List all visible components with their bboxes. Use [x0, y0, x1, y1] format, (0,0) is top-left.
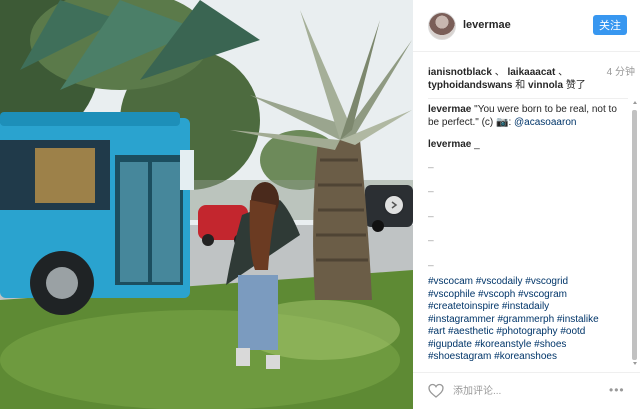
caption-username[interactable]: levermae	[428, 104, 471, 115]
likes-summary: ianisnotblack 、 laikaaacat 、 typhoidands…	[428, 66, 635, 96]
scroll-down-arrow[interactable]	[633, 362, 637, 366]
comments-list: levermae "You were born to be real, not …	[428, 104, 628, 370]
caption-mention[interactable]: @acasoaaron	[514, 117, 576, 128]
divider	[428, 98, 628, 99]
comment-dash-line: _	[428, 157, 434, 169]
hashtag-line[interactable]: #shoestagram #koreanshoes	[428, 351, 628, 364]
hashtag-line[interactable]: #vscophile #vscoph #vscogram	[428, 289, 628, 302]
hashtag-line[interactable]: #instagrammer #grammerph #instalike	[428, 314, 628, 327]
bus-and-palm-tree-photo	[0, 0, 413, 409]
comment-input[interactable]	[453, 382, 603, 400]
post-header: levermae 关注	[413, 0, 640, 52]
comment-text: _	[474, 139, 480, 150]
scrollbar-thumb[interactable]	[632, 110, 637, 360]
follow-button[interactable]: 关注	[593, 15, 627, 35]
hashtag-line[interactable]: #art #aesthetic #photography #ootd	[428, 326, 628, 339]
comment-username[interactable]: levermae	[428, 139, 471, 150]
header-username[interactable]: levermae	[463, 19, 511, 31]
comment: levermae _	[428, 139, 628, 152]
conjunction: 和	[515, 80, 526, 91]
liker-username[interactable]: typhoidandswans	[428, 80, 512, 91]
comment-dash-line: _	[428, 206, 434, 218]
liker-username[interactable]: laikaaacat	[507, 67, 555, 78]
separator: 、	[494, 67, 505, 78]
post-timestamp[interactable]: 4 分钟	[607, 66, 635, 79]
hashtag-line[interactable]: #vscocam #vscodaily #vscogrid	[428, 276, 628, 289]
chevron-right-icon	[391, 201, 398, 209]
comment-dash-line: _	[428, 182, 434, 193]
likes-suffix: 赞了	[565, 80, 586, 91]
comment-dash-line: _	[428, 231, 434, 242]
hashtag-line[interactable]: #createtoinspire #instadaily	[428, 301, 628, 314]
comment-dash-line: _	[428, 255, 434, 267]
post-photo	[0, 0, 413, 409]
separator: 、	[558, 67, 569, 78]
comment-footer: •••	[413, 372, 640, 409]
caption: levermae "You were born to be real, not …	[428, 104, 628, 129]
heart-icon[interactable]	[428, 383, 444, 399]
avatar[interactable]	[428, 12, 456, 40]
scroll-up-arrow[interactable]	[633, 100, 637, 104]
hashtag-block: #vscocam #vscodaily #vscogrid #vscophile…	[428, 276, 628, 364]
next-photo-button[interactable]	[385, 196, 403, 214]
hashtag-line[interactable]: #igupdate #koreanstyle #shoes	[428, 339, 628, 352]
liker-username[interactable]: ianisnotblack	[428, 67, 492, 78]
liker-username[interactable]: vinnola	[528, 80, 563, 91]
more-options-button[interactable]: •••	[609, 383, 627, 397]
